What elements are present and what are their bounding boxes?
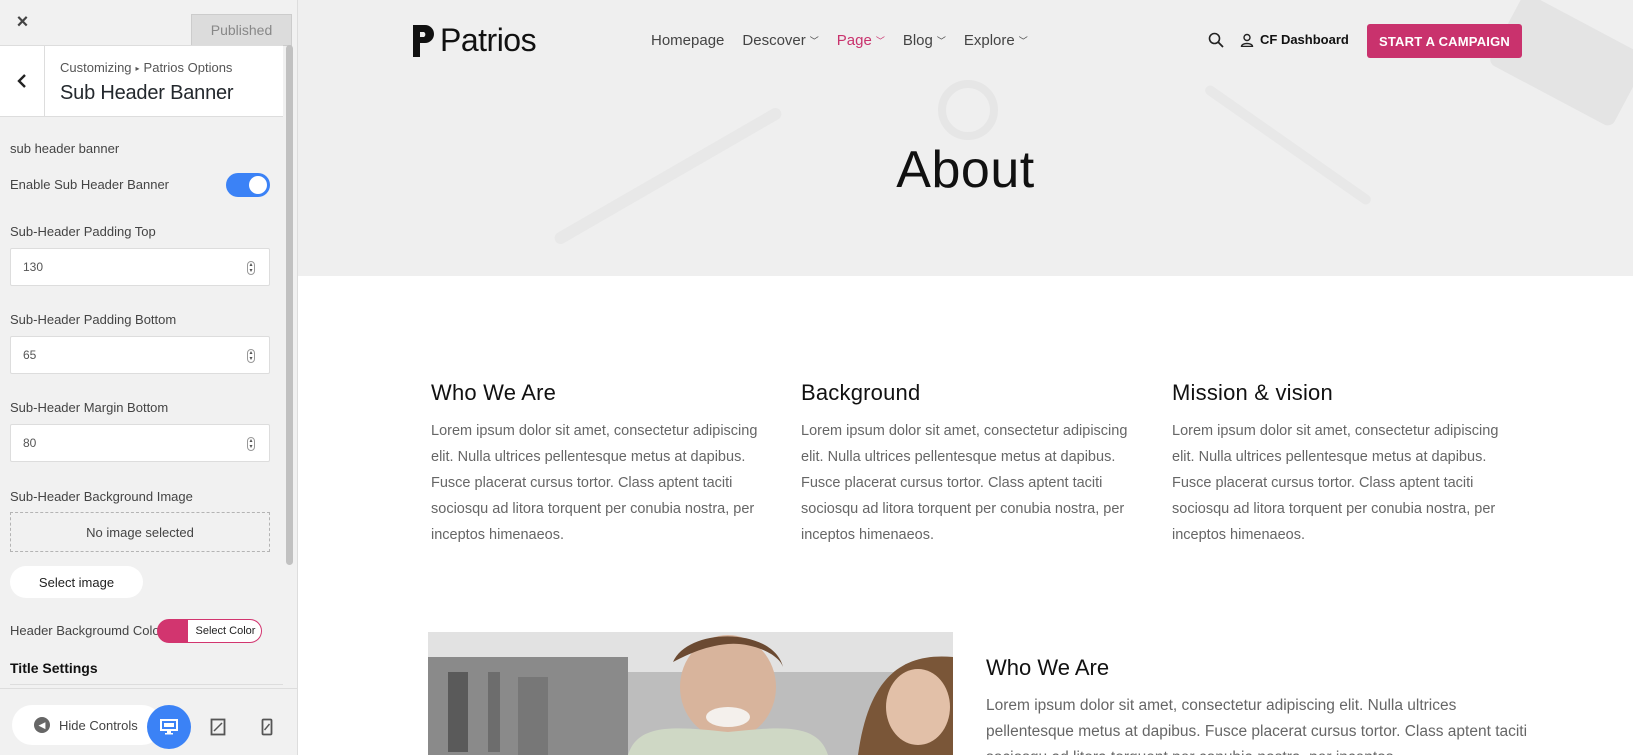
column-title: Mission & vision <box>1172 380 1333 405</box>
spinner-icon[interactable]: ▴ ▾ <box>247 261 255 275</box>
select-color-button[interactable]: Select Color <box>188 620 261 642</box>
nav-item-blog[interactable]: Blog ﹀ <box>903 32 946 49</box>
column-text: Lorem ipsum dolor sit amet, consectetur … <box>1172 423 1499 543</box>
nav-item-label: Blog <box>902 32 933 49</box>
cf-dashboard-link[interactable]: CF Dashboard <box>1240 32 1349 47</box>
bg-color-label: Header Backgroumd Color <box>10 623 164 638</box>
decorative-shape <box>938 80 998 140</box>
mobile-icon <box>261 718 273 736</box>
logo-mark-icon <box>413 24 434 57</box>
page-title: About <box>896 141 1035 199</box>
padding-bottom-label: Sub-Header Padding Bottom <box>10 312 177 327</box>
column-title: Background <box>801 380 921 405</box>
collapse-icon: ◀ <box>34 717 50 733</box>
color-picker[interactable]: Select Color <box>157 619 262 643</box>
nav-item-homepage[interactable]: Homepage <box>651 32 724 49</box>
margin-bottom-label: Sub-Header Margin Bottom <box>10 400 169 415</box>
chevron-down-icon: ﹀ <box>809 36 819 46</box>
site-preview: Patrios Homepage Descover ﹀ Page ﹀ Blog ﹀ E… <box>298 0 1633 755</box>
bg-image-label: Sub-Header Background Image <box>10 489 193 504</box>
section-title: Sub Header Banner <box>60 82 234 104</box>
chevron-left-icon <box>17 74 26 88</box>
margin-bottom-input[interactable]: 80 ▴ ▾ <box>10 424 270 462</box>
info-column: Background Lorem ipsum dolor sit amet, c… <box>801 380 1131 548</box>
nav-item-label: Explore <box>963 32 1015 49</box>
start-campaign-button[interactable]: START A CAMPAIGN <box>1367 24 1522 58</box>
padding-top-input[interactable]: 130 ▴ ▾ <box>10 248 270 286</box>
logo-text: Patrios <box>440 22 537 58</box>
tablet-preview-button[interactable] <box>196 705 240 749</box>
sub-header-banner: Patrios Homepage Descover ﹀ Page ﹀ Blog ﹀ E… <box>298 0 1633 276</box>
column-title: Who We Are <box>431 380 557 405</box>
customizer-app: × Published Customizing ▸ Patrios Options … <box>0 0 1633 755</box>
padding-top-value: 130 <box>23 260 44 274</box>
column-text: Lorem ipsum dolor sit amet, consectetur … <box>431 423 758 543</box>
chevron-down-icon: ﹀ <box>875 36 885 46</box>
breadcrumb: Customizing ▸ Patrios Options <box>60 60 232 75</box>
group-label: sub header banner <box>10 141 120 156</box>
column-text: Lorem ipsum dolor sit amet, consectetur … <box>801 423 1128 543</box>
customizer-sidebar: × Published Customizing ▸ Patrios Options … <box>0 0 298 755</box>
hide-controls-button[interactable]: ◀ Hide Controls <box>12 705 162 745</box>
sidebar-footer: ◀ Hide Controls <box>0 688 297 755</box>
spinner-icon[interactable]: ▴ ▾ <box>247 349 255 363</box>
back-button[interactable] <box>0 46 45 116</box>
enable-banner-label: Enable Sub Header Banner <box>10 177 170 192</box>
published-button[interactable]: Published <box>191 14 292 46</box>
breadcrumb-separator-icon: ▸ <box>135 64 140 74</box>
padding-bottom-input[interactable]: 65 ▴ ▾ <box>10 336 270 374</box>
mobile-preview-button[interactable] <box>245 705 289 749</box>
chevron-down-icon: ﹀ <box>1018 36 1028 46</box>
who-we-are-text: Lorem ipsum dolor sit amet, consectetur … <box>986 697 1528 755</box>
user-icon <box>1240 33 1254 47</box>
team-photo-image <box>428 632 953 755</box>
site-logo[interactable]: Patrios <box>411 22 537 59</box>
breadcrumb-current: Patrios Options <box>143 60 233 75</box>
divider <box>10 684 283 685</box>
hide-controls-label: Hide Controls <box>59 717 138 733</box>
search-icon[interactable] <box>1208 32 1224 48</box>
tablet-icon <box>210 718 226 736</box>
who-we-are-block: Who We Are Lorem ipsum dolor sit amet, c… <box>986 655 1546 755</box>
chevron-down-icon: ﹀ <box>936 36 946 46</box>
sidebar-scrollbar[interactable] <box>286 45 293 565</box>
desktop-icon <box>160 719 178 735</box>
select-image-button[interactable]: Select image <box>10 566 143 598</box>
nav-item-page[interactable]: Page ﹀ <box>837 32 885 49</box>
sidebar-topbar: × Published <box>0 0 297 46</box>
info-column: Mission & vision Lorem ipsum dolor sit a… <box>1172 380 1502 548</box>
desktop-preview-button[interactable] <box>147 705 191 749</box>
close-customizer-button[interactable]: × <box>0 0 45 45</box>
section-header: Customizing ▸ Patrios Options Sub Header B… <box>0 45 283 117</box>
main-nav: Homepage Descover ﹀ Page ﹀ Blog ﹀ Explore ﹀ <box>651 32 1046 49</box>
margin-bottom-value: 80 <box>23 436 37 450</box>
no-image-placeholder: No image selected <box>10 512 270 552</box>
decorative-shape <box>1487 0 1633 129</box>
cf-dashboard-label: CF Dashboard <box>1260 32 1349 47</box>
padding-top-label: Sub-Header Padding Top <box>10 224 156 239</box>
nav-item-label: Homepage <box>651 32 725 49</box>
team-photo <box>428 632 953 755</box>
padding-bottom-value: 65 <box>23 348 37 362</box>
spinner-icon[interactable]: ▴ ▾ <box>247 437 255 451</box>
breadcrumb-root: Customizing <box>60 60 132 75</box>
nav-item-label: Descover <box>742 32 806 49</box>
enable-banner-toggle[interactable] <box>226 173 270 197</box>
who-we-are-title: Who We Are <box>986 655 1110 680</box>
toggle-knob <box>249 176 267 194</box>
title-settings-heading[interactable]: Title Settings <box>10 660 98 676</box>
nav-item-explore[interactable]: Explore ﹀ <box>964 32 1028 49</box>
info-column: Who We Are Lorem ipsum dolor sit amet, c… <box>431 380 761 548</box>
nav-item-label: Page <box>836 32 872 49</box>
nav-item-descover[interactable]: Descover ﹀ <box>742 32 818 49</box>
